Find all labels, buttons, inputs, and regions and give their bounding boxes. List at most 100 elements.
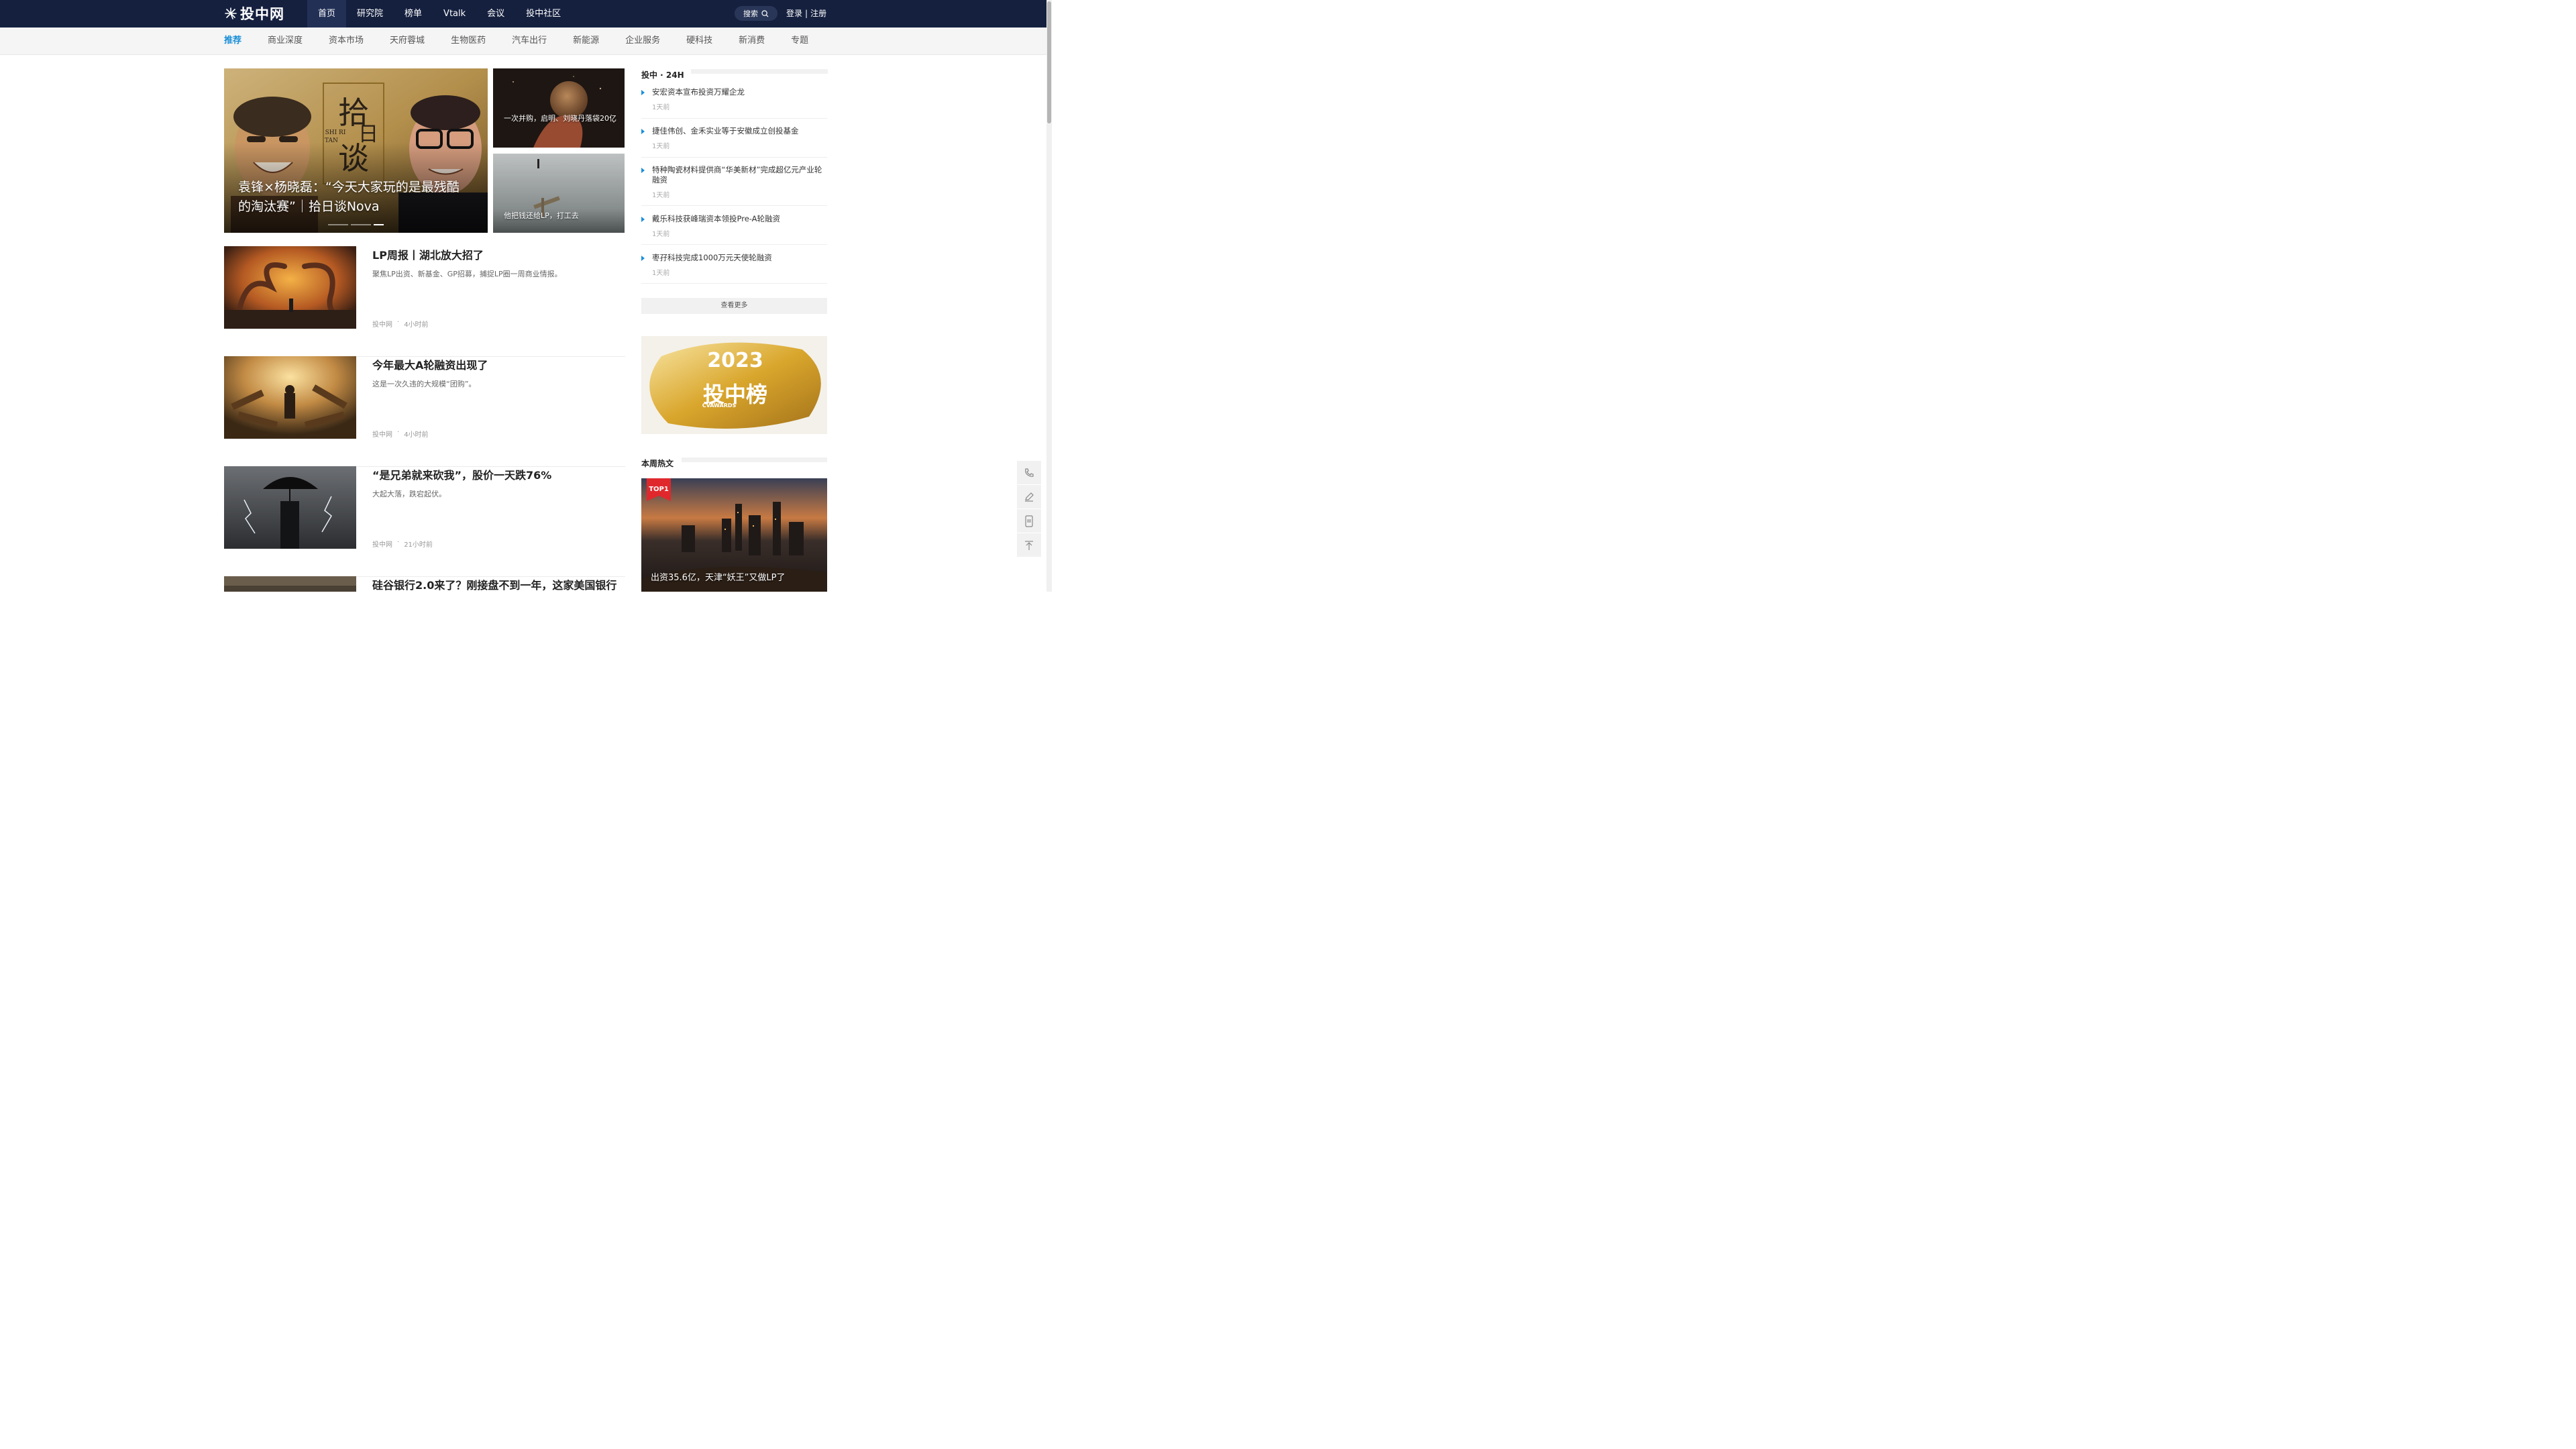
- article-meta: 投中网 · 4小时前: [372, 319, 429, 329]
- news24-header: 投中 · 24H: [641, 69, 684, 80]
- phone-icon: [1025, 468, 1034, 477]
- article-thumbnail[interactable]: [224, 576, 356, 592]
- news-title[interactable]: 戴乐科技获峰瑞资本领投Pre-A轮融资: [652, 214, 825, 224]
- article-thumbnail[interactable]: [224, 246, 356, 329]
- site-logo[interactable]: 投中网: [224, 5, 284, 22]
- awards-banner-image: 2023 投中榜 CVAWARDS: [641, 336, 827, 434]
- article-image-ruins: [224, 356, 356, 439]
- article-title[interactable]: 今年最大A轮融资出现了: [372, 356, 488, 372]
- carousel-dot-active[interactable]: [374, 224, 384, 225]
- nav-vtalk[interactable]: Vtalk: [433, 0, 476, 28]
- bullet-icon: [641, 168, 645, 173]
- auth-separator: |: [805, 9, 808, 18]
- meta-dot: ·: [397, 429, 400, 436]
- category-auto[interactable]: 汽车出行: [512, 28, 547, 54]
- bullet-icon: [641, 129, 645, 134]
- article-item[interactable]: 今年最大A轮融资出现了 这是一次久违的大规模“团购”。 投中网 · 4小时前: [224, 356, 625, 467]
- category-topics[interactable]: 专题: [791, 28, 808, 54]
- news-time: 1天前: [652, 143, 670, 150]
- news-item[interactable]: 戴乐科技获峰瑞资本领投Pre-A轮融资 1天前: [641, 214, 827, 245]
- hero-carousel[interactable]: 拾 谈 日 SHI RI TAN 袁锋×杨晓磊：“今天大家玩的是最残酷 的淘汰赛…: [224, 68, 488, 233]
- news-title[interactable]: 枣孖科技完成1000万元天使轮融资: [652, 253, 825, 263]
- search-button[interactable]: 搜索: [735, 6, 777, 21]
- article-image-bank: [224, 576, 356, 592]
- article-thumbnail[interactable]: [224, 356, 356, 439]
- category-enterprise[interactable]: 企业服务: [625, 28, 660, 54]
- article-source: 投中网: [372, 431, 392, 439]
- header-rule: [691, 68, 828, 74]
- awards-banner[interactable]: 2023 投中榜 CVAWARDS: [641, 336, 827, 434]
- category-consumer[interactable]: 新消费: [739, 28, 765, 54]
- feature-card-2[interactable]: 他把钱还给LP，打工去: [493, 154, 625, 233]
- view-more-button[interactable]: 查看更多: [641, 298, 827, 314]
- article-source: 投中网: [372, 541, 392, 549]
- back-to-top-button[interactable]: [1017, 533, 1041, 557]
- hot-article-card[interactable]: TOP1 出资35.6亿，天津“妖王”又做LP了: [641, 478, 827, 592]
- edit-icon: [1025, 492, 1034, 502]
- article-summary: 聚焦LP出资、新基金、GP招募，捕捉LP圈一周商业情报。: [372, 270, 562, 278]
- news-title[interactable]: 特种陶瓷材料提供商“华美新材”完成超亿元产业轮融资: [652, 165, 825, 185]
- contact-button[interactable]: [1017, 461, 1041, 484]
- login-link[interactable]: 登录: [786, 0, 802, 28]
- hot-article-title[interactable]: 出资35.6亿，天津“妖王”又做LP了: [651, 570, 786, 583]
- article-item[interactable]: 硅谷银行2.0来了？刚接盘不到一年，这家美国银行: [224, 576, 625, 686]
- article-meta: 投中网 · 21小时前: [372, 539, 433, 549]
- register-link[interactable]: 注册: [810, 0, 826, 28]
- news-item[interactable]: 捷佳伟创、金禾实业等于安徽成立创投基金 1天前: [641, 126, 827, 158]
- meta-dot: ·: [397, 539, 400, 546]
- hero-title-line1: 袁锋×杨晓磊：“今天大家玩的是最残酷: [238, 180, 460, 195]
- category-tianfu[interactable]: 天府蓉城: [390, 28, 425, 54]
- feature-card-1-title: 一次并购，启明、刘晓丹落袋20亿: [504, 114, 616, 123]
- hero-title[interactable]: 袁锋×杨晓磊：“今天大家玩的是最残酷 的淘汰赛”｜拾日谈Nova: [238, 178, 476, 217]
- article-source: 投中网: [372, 321, 392, 329]
- category-recommend[interactable]: 推荐: [224, 28, 241, 54]
- article-title[interactable]: LP周报丨湖北放大招了: [372, 246, 484, 262]
- nav-community[interactable]: 投中社区: [515, 0, 572, 28]
- news-time: 1天前: [652, 231, 670, 238]
- news-item[interactable]: 安宏资本宣布投资万耀企龙 1天前: [641, 87, 827, 119]
- nav-conference[interactable]: 会议: [476, 0, 515, 28]
- app-download-button[interactable]: [1017, 509, 1041, 533]
- article-item[interactable]: LP周报丨湖北放大招了 聚焦LP出资、新基金、GP招募，捕捉LP圈一周商业情报。…: [224, 246, 625, 357]
- category-hardtech[interactable]: 硬科技: [686, 28, 712, 54]
- hot-header: 本周热文: [641, 458, 674, 469]
- category-capital-market[interactable]: 资本市场: [329, 28, 364, 54]
- article-time: 4小时前: [404, 321, 429, 329]
- news-item[interactable]: 特种陶瓷材料提供商“华美新材”完成超亿元产业轮融资 1天前: [641, 165, 827, 206]
- category-business[interactable]: 商业深度: [268, 28, 303, 54]
- article-summary: 大起大落，跌宕起伏。: [372, 490, 446, 498]
- carousel-dot[interactable]: [328, 224, 348, 225]
- nav-home[interactable]: 首页: [307, 0, 347, 28]
- search-label: 搜索: [743, 9, 758, 18]
- nav-rankings[interactable]: 榜单: [394, 0, 433, 28]
- article-title[interactable]: “是兄弟就来砍我”，股价一天跌76%: [372, 466, 551, 482]
- feature-card-1[interactable]: 一次并购，启明、刘晓丹落袋20亿: [493, 68, 625, 148]
- article-time: 4小时前: [404, 431, 429, 439]
- feature-card-2-title: 他把钱还给LP，打工去: [504, 211, 579, 220]
- category-new-energy[interactable]: 新能源: [573, 28, 599, 54]
- carousel-dot[interactable]: [351, 224, 371, 225]
- back-to-top-icon: [1025, 540, 1033, 550]
- top1-badge-text: TOP1: [649, 486, 669, 493]
- nav-research[interactable]: 研究院: [346, 0, 394, 28]
- news-title[interactable]: 捷佳伟创、金禾实业等于安徽成立创投基金: [652, 126, 825, 136]
- scrollbar-thumb[interactable]: [1047, 1, 1051, 123]
- meta-dot: ·: [397, 319, 400, 326]
- article-thumbnail[interactable]: [224, 466, 356, 549]
- feedback-button[interactable]: [1017, 485, 1041, 508]
- news-title[interactable]: 安宏资本宣布投资万耀企龙: [652, 87, 825, 97]
- hot-title: 本周热文: [641, 459, 674, 468]
- bullet-icon: [641, 90, 645, 95]
- article-item[interactable]: “是兄弟就来砍我”，股价一天跌76% 大起大落，跌宕起伏。 投中网 · 21小时…: [224, 466, 625, 577]
- article-title[interactable]: 硅谷银行2.0来了？刚接盘不到一年，这家美国银行: [372, 576, 616, 592]
- article-image-octopus: [224, 246, 356, 329]
- hero-title-line2: 的淘汰赛”｜拾日谈Nova: [238, 199, 380, 214]
- top-navbar: 投中网 首页 研究院 榜单 Vtalk 会议 投中社区 搜索 登录 | 注册: [0, 0, 1046, 28]
- news-item[interactable]: 枣孖科技完成1000万元天使轮融资 1天前: [641, 253, 827, 284]
- page-scrollbar[interactable]: [1046, 0, 1052, 592]
- feature-image-planet: [493, 68, 625, 148]
- category-biomed[interactable]: 生物医药: [451, 28, 486, 54]
- top1-badge: TOP1: [647, 478, 671, 501]
- article-image-umbrella: [224, 466, 356, 549]
- news-time: 1天前: [652, 104, 670, 111]
